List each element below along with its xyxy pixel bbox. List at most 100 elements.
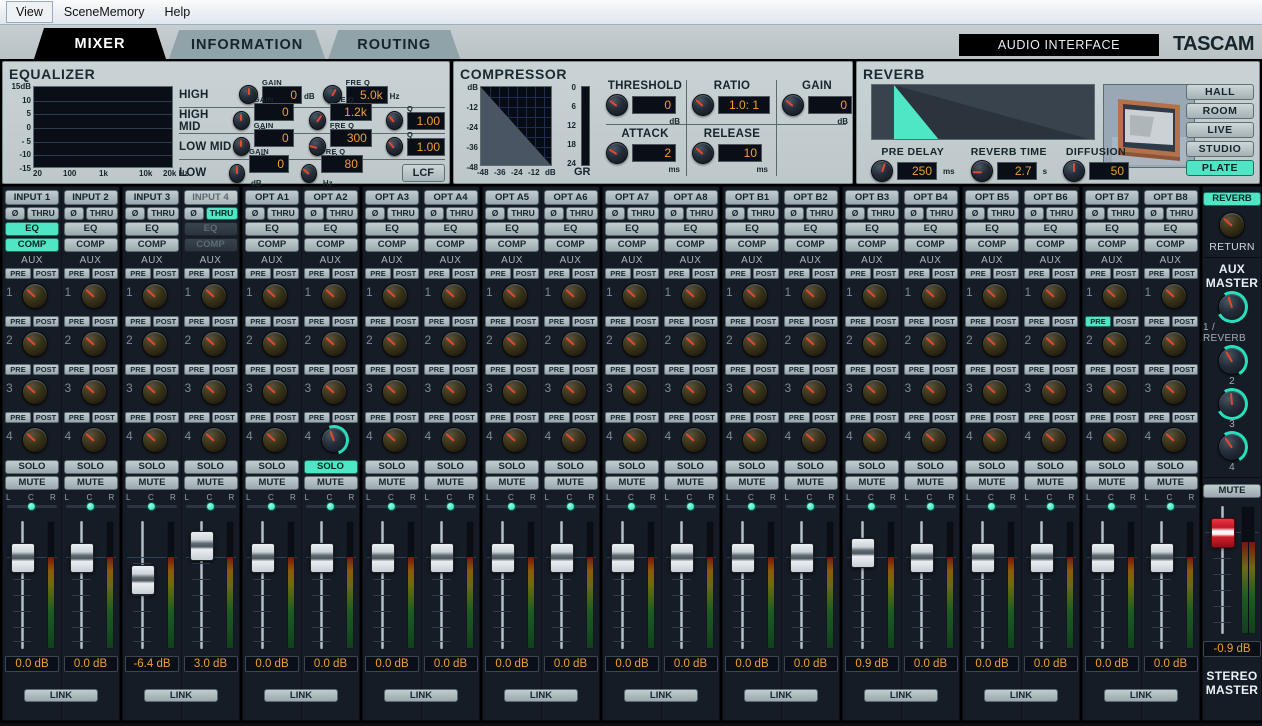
aux-post-button[interactable]: POST	[873, 316, 899, 327]
channel-db-value[interactable]: 0.0 dB	[245, 656, 299, 672]
pan-handle[interactable]	[925, 502, 935, 511]
aux-post-button[interactable]: POST	[691, 412, 718, 423]
phase-invert-button[interactable]: Ø	[245, 207, 265, 220]
lcf-button[interactable]: LCF	[401, 164, 445, 182]
aux-send-knob[interactable]	[622, 331, 648, 357]
aux-post-button[interactable]: POST	[33, 364, 59, 375]
reverb-type-studio-button[interactable]: STUDIO	[1186, 141, 1254, 157]
aux-send-knob[interactable]	[1160, 331, 1187, 357]
compressor-knob[interactable]	[606, 142, 628, 164]
reverb-value[interactable]: 2.7	[996, 162, 1037, 180]
aux-send-knob[interactable]	[313, 420, 354, 460]
fader-track[interactable]	[79, 521, 83, 649]
reverb-knob[interactable]	[970, 160, 993, 182]
aux-send-knob[interactable]	[1102, 283, 1128, 309]
aux-pre-button[interactable]: PRE	[1143, 364, 1170, 375]
aux-pre-button[interactable]: PRE	[903, 364, 930, 375]
comp-button[interactable]: COMP	[845, 238, 899, 252]
fader-handle[interactable]	[789, 543, 814, 573]
mute-button[interactable]: MUTE	[965, 476, 1019, 490]
reverb-type-live-button[interactable]: LIVE	[1186, 122, 1254, 138]
aux-send-knob[interactable]	[680, 331, 707, 357]
aux-pre-button[interactable]: PRE	[1143, 268, 1170, 279]
channel-db-value[interactable]: 0.0 dB	[663, 656, 718, 672]
reverb-knob[interactable]	[871, 160, 893, 182]
aux-send-knob[interactable]	[262, 283, 288, 309]
fader-handle[interactable]	[1029, 543, 1054, 573]
aux-send-knob[interactable]	[200, 379, 227, 405]
aux-post-button[interactable]: POST	[153, 364, 179, 375]
pan-handle[interactable]	[627, 502, 636, 511]
solo-button[interactable]: SOLO	[5, 460, 59, 474]
tab-information[interactable]: INFORMATION	[169, 30, 325, 59]
aux-post-button[interactable]: POST	[211, 268, 238, 279]
aux-post-button[interactable]: POST	[691, 364, 718, 375]
aux-post-button[interactable]: POST	[91, 316, 118, 327]
aux-post-button[interactable]: POST	[931, 412, 958, 423]
aux-pre-button[interactable]: PRE	[125, 364, 151, 375]
mute-button[interactable]: MUTE	[183, 476, 238, 490]
aux-pre-button[interactable]: PRE	[845, 412, 871, 423]
aux-post-button[interactable]: POST	[1051, 412, 1078, 423]
pan-handle[interactable]	[147, 502, 156, 511]
compressor-value[interactable]: 0	[808, 96, 852, 114]
thru-button[interactable]: THRU	[805, 207, 838, 220]
link-button[interactable]: LINK	[144, 689, 218, 702]
mute-button[interactable]: MUTE	[125, 476, 179, 490]
pan-control[interactable]: LCR	[5, 493, 59, 513]
aux-pre-button[interactable]: PRE	[63, 364, 90, 375]
solo-button[interactable]: SOLO	[63, 460, 118, 474]
fader-track[interactable]	[981, 521, 984, 649]
aux-post-button[interactable]: POST	[931, 316, 958, 327]
eq-freq-knob[interactable]	[300, 163, 317, 183]
compressor-knob[interactable]	[606, 94, 628, 116]
solo-button[interactable]: SOLO	[903, 460, 958, 474]
channel-db-value[interactable]: 3.0 dB	[183, 656, 238, 672]
channel-name-opt-a3[interactable]: OPT A3	[365, 190, 419, 205]
link-button[interactable]: LINK	[24, 689, 98, 702]
aux-pre-button[interactable]: PRE	[1023, 364, 1050, 375]
aux-post-button[interactable]: POST	[393, 412, 419, 423]
comp-button[interactable]: COMP	[125, 238, 179, 252]
aux-send-knob[interactable]	[262, 427, 288, 453]
aux-send-knob[interactable]	[680, 427, 707, 453]
aux-send-knob[interactable]	[982, 331, 1008, 357]
pan-control[interactable]: LCR	[605, 493, 659, 513]
aux-pre-button[interactable]: PRE	[485, 412, 511, 423]
solo-button[interactable]: SOLO	[965, 460, 1019, 474]
reverb-knob[interactable]	[1063, 160, 1086, 182]
channel-db-value[interactable]: 0.0 dB	[725, 656, 779, 672]
aux-send-knob[interactable]	[800, 379, 827, 405]
pan-control[interactable]: LCR	[184, 493, 238, 513]
reverb-type-hall-button[interactable]: HALL	[1186, 84, 1254, 100]
channel-name-opt-b2[interactable]: OPT B2	[783, 190, 838, 205]
aux-pre-button[interactable]: PRE	[1143, 412, 1170, 423]
eq-button[interactable]: EQ	[1143, 222, 1198, 236]
aux-pre-button[interactable]: PRE	[845, 268, 871, 279]
aux-pre-button[interactable]: PRE	[605, 316, 631, 327]
phase-invert-button[interactable]: Ø	[63, 207, 84, 220]
aux-pre-button[interactable]: PRE	[245, 412, 271, 423]
mute-button[interactable]: MUTE	[543, 476, 598, 490]
aux-pre-button[interactable]: PRE	[183, 364, 210, 375]
pan-control[interactable]: LCR	[1085, 493, 1139, 513]
channel-name-opt-b1[interactable]: OPT B1	[725, 190, 779, 205]
fader-track[interactable]	[621, 521, 624, 649]
channel-db-value[interactable]: 0.0 dB	[783, 656, 838, 672]
pan-control[interactable]: LCR	[1024, 493, 1078, 513]
channel-name-opt-b4[interactable]: OPT B4	[903, 190, 958, 205]
fader-track[interactable]	[501, 521, 504, 649]
comp-button[interactable]: COMP	[365, 238, 419, 252]
aux-pre-button[interactable]: PRE	[663, 316, 690, 327]
comp-button[interactable]: COMP	[663, 238, 718, 252]
aux-post-button[interactable]: POST	[451, 364, 478, 375]
compressor-value[interactable]: 2	[632, 144, 676, 162]
aux-post-button[interactable]: POST	[753, 412, 779, 423]
pan-handle[interactable]	[1165, 502, 1175, 511]
aux-send-knob[interactable]	[22, 379, 48, 405]
aux-post-button[interactable]: POST	[571, 364, 598, 375]
aux-pre-button[interactable]: PRE	[183, 268, 210, 279]
thru-button[interactable]: THRU	[325, 207, 358, 220]
mute-button[interactable]: MUTE	[725, 476, 779, 490]
channel-name-opt-b8[interactable]: OPT B8	[1143, 190, 1198, 205]
